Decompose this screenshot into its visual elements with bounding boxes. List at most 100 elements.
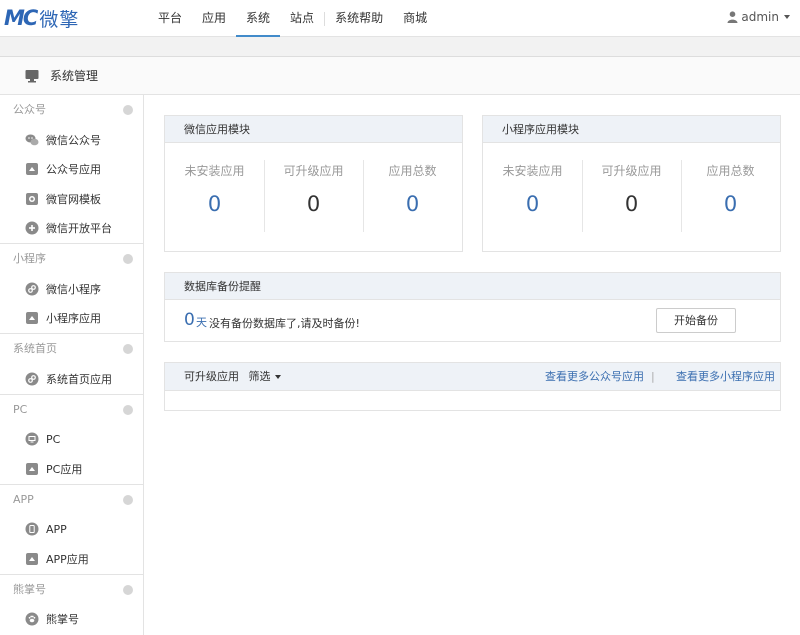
section-title-text: PC	[13, 402, 28, 416]
backup-days: 0	[184, 310, 195, 330]
sidebar-section-paw: 熊掌号 熊掌号	[0, 575, 143, 635]
sidebar-section-title: 熊掌号	[0, 575, 143, 605]
start-backup-button[interactable]: 开始备份	[656, 308, 736, 333]
sidebar: 公众号 微信公众号 公众号应用 微官网模板 微信开放平台 小程序 微信小程序 小…	[0, 95, 144, 635]
stat-upgradable[interactable]: 可升级应用 0	[264, 143, 363, 251]
nav-item-store[interactable]: 商城	[393, 0, 437, 37]
sidebar-section-app: APP APP APP应用	[0, 485, 143, 575]
more-miniprogram-apps-link[interactable]: 查看更多小程序应用	[676, 363, 775, 391]
user-name: admin	[741, 9, 779, 24]
nav-item-apps[interactable]: 应用	[192, 0, 236, 37]
sidebar-section-title: APP	[0, 485, 143, 515]
logo[interactable]: MC 微擎	[4, 5, 79, 31]
backup-days-unit: 天	[196, 316, 207, 329]
stat-label: 可升级应用	[283, 164, 344, 178]
section-title-text: APP	[13, 492, 34, 506]
sidebar-item-app[interactable]: APP	[0, 515, 143, 545]
template-icon	[26, 192, 38, 205]
link-separator: |	[651, 370, 655, 383]
sidebar-item-miniprogram[interactable]: 微信小程序	[0, 274, 143, 304]
sidebar-item-app-apps[interactable]: APP应用	[0, 544, 143, 574]
main-nav: 平台 应用 系统 站点 系统帮助 商城	[148, 0, 437, 37]
collapse-dot-icon[interactable]	[123, 344, 133, 354]
panel-title: 微信应用模块	[165, 116, 462, 143]
sidebar-item-templates[interactable]: 微官网模板	[0, 184, 143, 214]
nav-item-site[interactable]: 站点	[280, 0, 324, 37]
user-icon	[727, 11, 738, 23]
backup-panel: 数据库备份提醒 0 天 没有备份数据库了,请及时备份! 开始备份	[164, 272, 781, 342]
user-menu[interactable]: admin	[727, 0, 790, 34]
sidebar-section-home: 系统首页 系统首页应用	[0, 334, 143, 395]
sidebar-item-label: 系统首页应用	[46, 372, 112, 386]
collapse-dot-icon[interactable]	[123, 494, 133, 505]
pc-icon	[25, 432, 39, 446]
stat-value: 0	[306, 192, 321, 216]
collapse-dot-icon[interactable]	[123, 105, 133, 115]
miniprogram-icon	[25, 282, 39, 296]
platform-icon	[25, 221, 39, 235]
stat-uninstalled[interactable]: 未安装应用 0	[483, 143, 582, 251]
sidebar-item-miniprogram-apps[interactable]: 小程序应用	[0, 304, 143, 334]
chevron-down-icon	[784, 15, 790, 19]
sidebar-item-pc-apps[interactable]: PC应用	[0, 454, 143, 484]
nav-item-platform[interactable]: 平台	[148, 0, 192, 37]
stat-value[interactable]: 0	[483, 192, 582, 216]
sidebar-section-title: 系统首页	[0, 334, 143, 364]
filter-dropdown[interactable]: 筛选	[249, 370, 281, 383]
sidebar-item-official-apps[interactable]: 公众号应用	[0, 155, 143, 185]
sidebar-section-pc: PC PC PC应用	[0, 395, 143, 485]
stat-uninstalled[interactable]: 未安装应用 0	[165, 143, 264, 251]
sidebar-item-pc[interactable]: PC	[0, 425, 143, 455]
upgradable-apps-title: 可升级应用	[184, 370, 239, 383]
sidebar-section-title: PC	[0, 395, 143, 425]
stat-value[interactable]: 0	[363, 192, 462, 216]
section-title-text: 小程序	[13, 252, 46, 265]
section-title-text: 公众号	[13, 103, 46, 116]
home-app-icon	[25, 372, 39, 386]
sidebar-item-label: 微信公众号	[46, 133, 101, 147]
collapse-dot-icon[interactable]	[123, 584, 133, 595]
app-icon	[26, 552, 38, 565]
miniprogram-module-panel: 小程序应用模块 未安装应用 0 可升级应用 0 应用总数 0	[482, 115, 781, 252]
collapse-dot-icon[interactable]	[123, 254, 133, 264]
sidebar-item-label: 熊掌号	[46, 613, 79, 627]
stat-value[interactable]: 0	[165, 192, 264, 216]
logo-text: 微擎	[39, 8, 80, 31]
chevron-down-icon	[274, 375, 281, 379]
sidebar-item-label: 微信小程序	[46, 282, 101, 296]
panel-title: 数据库备份提醒	[165, 273, 780, 300]
backup-message: 没有备份数据库了,请及时备份!	[209, 317, 360, 330]
app-icon	[26, 312, 38, 325]
backup-body: 0 天 没有备份数据库了,请及时备份! 开始备份	[165, 300, 780, 340]
stat-total[interactable]: 应用总数 0	[681, 143, 780, 251]
logo-mark: MC	[4, 6, 38, 30]
stat-label: 应用总数	[706, 164, 755, 178]
sidebar-section-miniprogram: 小程序 微信小程序 小程序应用	[0, 244, 143, 334]
nav-item-help[interactable]: 系统帮助	[325, 0, 393, 37]
sidebar-section-title: 公众号	[0, 95, 143, 125]
stat-upgradable[interactable]: 可升级应用 0	[582, 143, 681, 251]
stat-value[interactable]: 0	[681, 192, 780, 216]
upgradable-apps-header: 可升级应用 筛选 查看更多公众号应用 | 查看更多小程序应用	[165, 363, 780, 391]
sidebar-item-open-platform[interactable]: 微信开放平台	[0, 214, 143, 244]
filter-label: 筛选	[248, 370, 271, 383]
collapse-dot-icon[interactable]	[123, 404, 133, 415]
sidebar-item-label: PC	[46, 432, 61, 446]
nav-item-system[interactable]: 系统	[236, 0, 281, 37]
sidebar-item-home-apps[interactable]: 系统首页应用	[0, 364, 143, 394]
stat-total[interactable]: 应用总数 0	[363, 143, 462, 251]
sidebar-item-label: APP应用	[46, 552, 89, 566]
sidebar-item-wechat[interactable]: 微信公众号	[0, 125, 143, 155]
sidebar-item-label: PC应用	[46, 462, 83, 476]
sidebar-item-label: 小程序应用	[46, 312, 101, 326]
stats-row: 未安装应用 0 可升级应用 0 应用总数 0	[165, 143, 462, 251]
more-official-apps-link[interactable]: 查看更多公众号应用	[545, 363, 644, 391]
sidebar-item-label: 微官网模板	[46, 192, 101, 206]
stat-label: 可升级应用	[601, 164, 662, 178]
section-title-text: 熊掌号	[13, 582, 46, 596]
top-navbar: MC 微擎 平台 应用 系统 站点 系统帮助 商城 admin	[0, 0, 800, 37]
sidebar-item-paw[interactable]: 熊掌号	[0, 605, 143, 635]
sidebar-item-label: APP	[46, 522, 67, 536]
stat-label: 应用总数	[388, 164, 437, 178]
page-header: 系统管理	[0, 57, 800, 95]
